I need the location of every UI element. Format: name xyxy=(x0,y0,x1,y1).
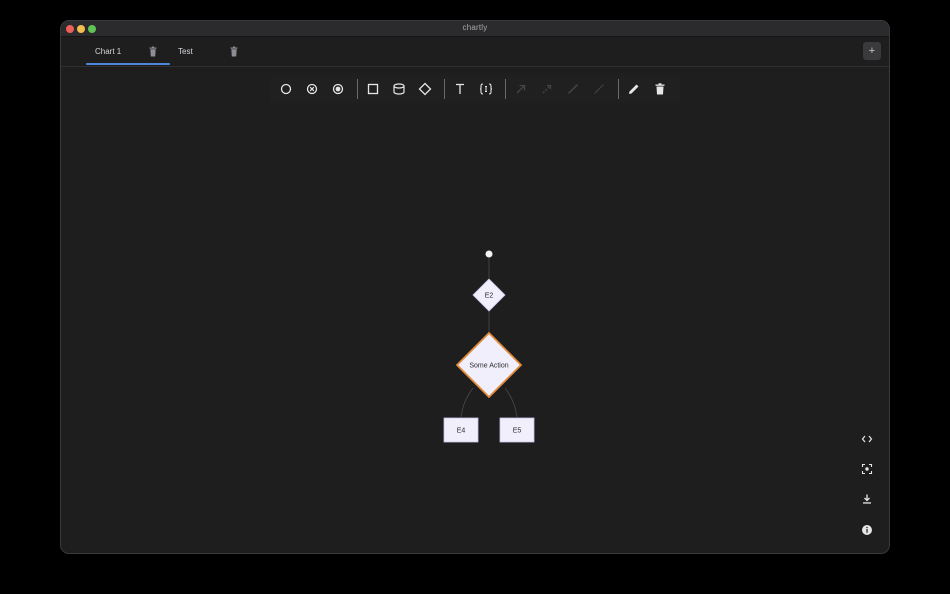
fit-view-button[interactable] xyxy=(856,458,878,480)
node-label: Some Action xyxy=(469,363,508,370)
edge-action-e5[interactable] xyxy=(504,387,518,418)
process-node-e5[interactable]: E5 xyxy=(499,417,535,443)
title-bar: chartly xyxy=(61,21,889,37)
trash-icon[interactable] xyxy=(229,45,239,57)
code-icon xyxy=(861,435,873,443)
edge-action-e4[interactable] xyxy=(460,387,474,418)
node-label: E5 xyxy=(513,428,522,435)
info-button[interactable] xyxy=(856,519,878,541)
download-button[interactable] xyxy=(856,488,878,510)
decision-node-some-action[interactable]: Some Action xyxy=(455,331,523,399)
tab-label: Chart 1 xyxy=(95,47,122,56)
tab-test[interactable]: Test xyxy=(171,37,255,67)
info-icon xyxy=(862,525,872,535)
tab-bar: Chart 1 Test + xyxy=(61,37,889,67)
window-title: chartly xyxy=(462,23,488,32)
tab-chart-1[interactable]: Chart 1 xyxy=(86,37,170,67)
trash-icon[interactable] xyxy=(148,45,158,57)
decision-node-e2[interactable]: E2 xyxy=(472,278,506,312)
start-node[interactable] xyxy=(485,250,493,258)
view-source-button[interactable] xyxy=(856,428,878,450)
download-icon xyxy=(863,494,871,504)
active-tab-indicator xyxy=(86,63,170,65)
flowchart: E2 Some Action E4 E5 xyxy=(443,250,535,443)
app-window: chartly Chart 1 Test + E2 Some Action E4… xyxy=(60,20,890,554)
process-node-e4[interactable]: E4 xyxy=(443,417,479,443)
node-label: E2 xyxy=(485,293,494,300)
node-label: E4 xyxy=(457,428,466,435)
fit-view-icon xyxy=(861,463,873,475)
tab-label: Test xyxy=(178,47,193,56)
diagram-canvas[interactable]: E2 Some Action E4 E5 xyxy=(61,68,889,553)
add-tab-button[interactable]: + xyxy=(863,42,881,60)
